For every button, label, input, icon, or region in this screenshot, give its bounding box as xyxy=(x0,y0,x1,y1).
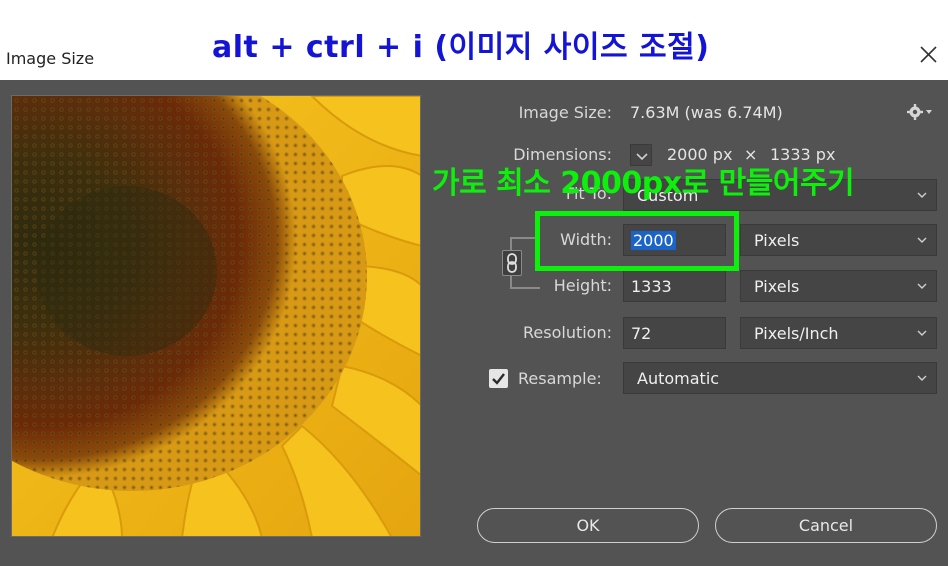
ok-button[interactable]: OK xyxy=(477,508,699,543)
width-highlight-box xyxy=(535,211,739,271)
title-bar: Image Size alt + ctrl + i (이미지 사이즈 조절) xyxy=(0,0,948,80)
height-label: Height: xyxy=(553,276,612,295)
resolution-unit-select[interactable]: Pixels/Inch xyxy=(740,317,937,349)
height-unit-value: Pixels xyxy=(754,277,800,296)
image-size-dialog: Image Size: 7.63M (was 6.74M) Dimensions… xyxy=(0,80,948,566)
link-icon[interactable] xyxy=(502,250,522,276)
cancel-button[interactable]: Cancel xyxy=(715,508,937,543)
chevron-down-icon xyxy=(917,192,927,198)
resolution-unit-value: Pixels/Inch xyxy=(754,324,839,343)
sunflower-image xyxy=(12,96,420,536)
chevron-down-icon xyxy=(917,375,927,381)
resample-value: Automatic xyxy=(637,369,720,388)
resolution-input[interactable]: 72 xyxy=(623,317,726,349)
width-unit-value: Pixels xyxy=(754,231,800,250)
width-unit-select[interactable]: Pixels xyxy=(740,224,937,256)
checkmark-icon xyxy=(492,373,505,385)
gear-icon[interactable] xyxy=(906,102,932,122)
resolution-label: Resolution: xyxy=(523,323,612,342)
chevron-down-icon xyxy=(917,330,927,336)
close-icon[interactable] xyxy=(914,40,944,70)
resample-label: Resample: xyxy=(518,369,602,388)
image-preview[interactable] xyxy=(11,95,421,537)
chevron-down-icon xyxy=(917,283,927,289)
height-value: 1333 xyxy=(631,277,672,296)
chevron-down-icon xyxy=(917,237,927,243)
image-size-value: 7.63M (was 6.74M) xyxy=(630,103,783,122)
image-size-label: Image Size: xyxy=(518,103,612,122)
height-unit-select[interactable]: Pixels xyxy=(740,270,937,302)
resample-checkbox[interactable] xyxy=(489,369,508,388)
resolution-value: 72 xyxy=(631,324,652,343)
resample-select[interactable]: Automatic xyxy=(623,362,937,394)
width-annotation: 가로 최소 2000px로 만들어주기 xyxy=(432,166,855,201)
window-title: Image Size xyxy=(6,49,95,68)
shortcut-annotation: alt + ctrl + i (이미지 사이즈 조절) xyxy=(212,30,710,65)
height-input[interactable]: 1333 xyxy=(623,270,726,302)
